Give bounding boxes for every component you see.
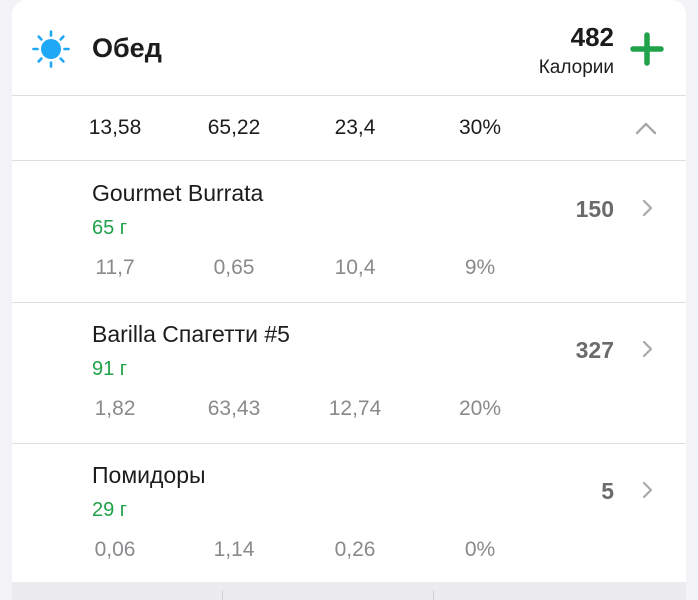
chevron-right-icon xyxy=(642,340,653,358)
meal-calories-value: 482 xyxy=(570,22,614,52)
divider xyxy=(222,590,223,600)
food-row[interactable]: Помидоры 29 г 5 0,06 1,14 0,26 0% xyxy=(12,443,686,582)
food-calories: 327 xyxy=(575,337,614,363)
food-weight: 91 г xyxy=(92,358,128,380)
food-name: Barilla Спагетти #5 xyxy=(92,321,290,347)
meal-header: Обед 482 Калории xyxy=(12,0,686,96)
food-value: 11,7 xyxy=(95,256,135,279)
divider xyxy=(433,590,434,600)
food-weight: 29 г xyxy=(92,499,128,521)
summary-value: 13,58 xyxy=(88,116,142,139)
food-name: Помидоры xyxy=(92,462,206,488)
chevron-right-icon xyxy=(642,199,653,217)
food-value: 1,82 xyxy=(94,397,136,420)
summary-value: 30% xyxy=(458,116,502,139)
bottom-toolbar xyxy=(12,582,686,600)
food-row[interactable]: Barilla Спагетти #5 91 г 327 1,82 63,43 … xyxy=(12,302,686,444)
summary-value: 23,4 xyxy=(334,116,376,139)
food-value: 20% xyxy=(458,397,502,420)
add-food-button[interactable] xyxy=(630,32,664,66)
meal-summary-row: 13,58 65,22 23,4 30% xyxy=(12,96,686,161)
chevron-right-icon xyxy=(642,481,653,499)
food-value: 0,26 xyxy=(334,538,376,561)
meal-card: Обед 482 Калории 13,58 65,22 23,4 30% Go… xyxy=(12,0,686,582)
meal-calories-label: Калории xyxy=(538,57,614,78)
food-weight: 65 г xyxy=(92,217,128,239)
food-calories: 5 xyxy=(601,478,614,504)
food-name: Gourmet Burrata xyxy=(92,180,264,206)
food-value: 9% xyxy=(464,256,496,279)
sun-icon xyxy=(32,30,70,68)
chevron-up-icon[interactable] xyxy=(634,118,658,138)
food-value: 0,65 xyxy=(213,256,255,279)
food-row[interactable]: Gourmet Burrata 65 г 150 11,7 0,65 10,4 … xyxy=(12,161,686,303)
food-value: 10,4 xyxy=(334,256,376,279)
food-value: 12,74 xyxy=(328,397,382,420)
food-value: 1,14 xyxy=(213,538,255,561)
summary-value: 65,22 xyxy=(207,116,261,139)
food-value: 63,43 xyxy=(207,397,261,420)
food-value: 0% xyxy=(464,538,496,561)
food-calories: 150 xyxy=(575,196,614,222)
meal-title: Обед xyxy=(92,33,162,63)
food-value: 0,06 xyxy=(94,538,136,561)
